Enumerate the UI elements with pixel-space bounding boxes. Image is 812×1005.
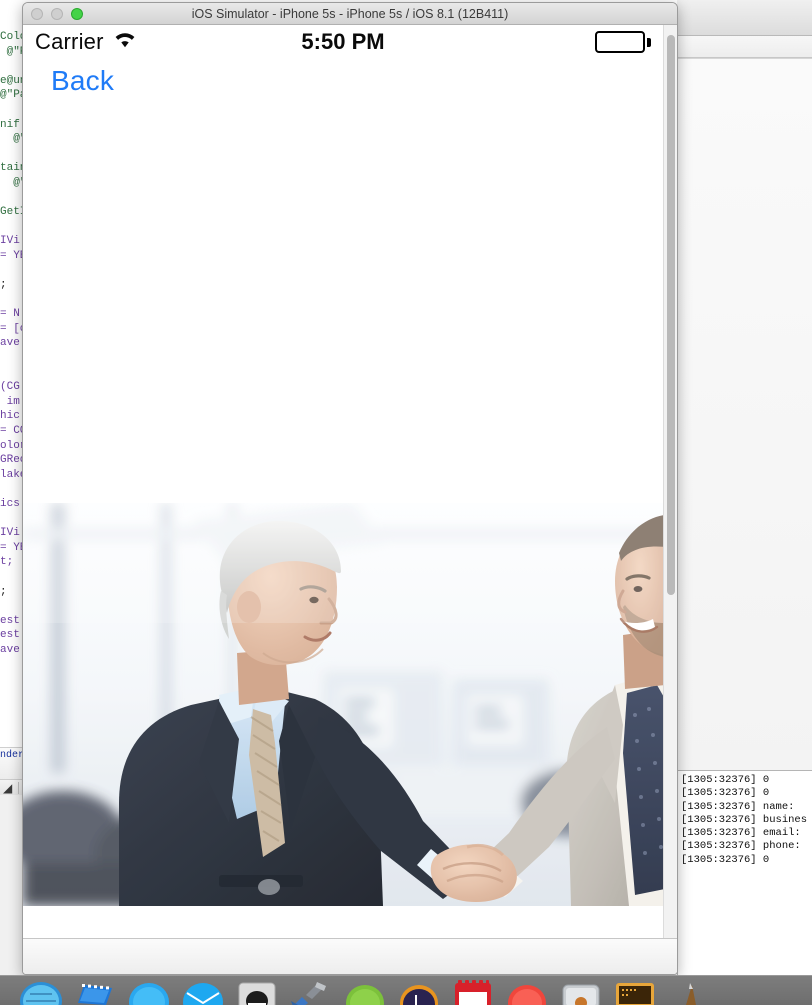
ios-simulator-window[interactable]: iOS Simulator - iPhone 5s - iPhone 5s / …: [22, 2, 678, 975]
pointer-icon[interactable]: ◢: [0, 781, 12, 795]
minimize-button[interactable]: [51, 7, 63, 20]
back-button[interactable]: Back: [51, 65, 114, 97]
dock-item-contacts[interactable]: [234, 979, 280, 1005]
dock-item-system-preferences[interactable]: [558, 979, 604, 1005]
window-controls[interactable]: [23, 7, 83, 20]
console-line: [1305:32376] name:: [681, 800, 795, 813]
console-line: [1305:32376] email:: [681, 827, 801, 840]
handshake-photo: [23, 503, 663, 906]
console-line: [1305:32376] busines: [681, 813, 808, 826]
simulator-scrollbar[interactable]: [663, 25, 677, 938]
simulator-screen[interactable]: Carrier 5:50 PM Back: [23, 25, 663, 938]
ios-status-bar: Carrier 5:50 PM: [23, 25, 663, 59]
dock-item-calendar[interactable]: [450, 979, 496, 1005]
xcode-toolbar: 1: [677, 0, 812, 36]
dock-item-terminal[interactable]: [612, 979, 658, 1005]
ios-nav-bar: Back: [23, 59, 663, 103]
simulator-titlebar[interactable]: iOS Simulator - iPhone 5s - iPhone 5s / …: [23, 3, 677, 25]
dock-item-mail[interactable]: [180, 979, 226, 1005]
close-button[interactable]: [31, 7, 43, 20]
ios-content-view: [23, 103, 663, 938]
dock-item-xcode[interactable]: [288, 979, 334, 1005]
window-title: iOS Simulator - iPhone 5s - iPhone 5s / …: [191, 6, 509, 21]
dock-item-itunes[interactable]: [396, 979, 442, 1005]
console-line: [1305:32376] phone:: [681, 840, 801, 853]
zoom-button[interactable]: [71, 7, 83, 20]
simulator-bottom-bar: [23, 938, 677, 974]
dock-item-sketch[interactable]: [666, 979, 712, 1005]
console-line: [1305:32376] 0: [681, 853, 770, 866]
dock-item-launchpad[interactable]: [72, 979, 118, 1005]
status-bar-time: 5:50 PM: [301, 29, 385, 54]
console-output[interactable]: [1305:32376] 0 [1305:32376] 0 [1305:32376]…: [677, 770, 812, 975]
dock-item-safari[interactable]: [126, 979, 172, 1005]
battery-full-icon: [595, 31, 651, 53]
console-line: [1305:32376] 0: [681, 787, 770, 800]
dock-item-app-store[interactable]: [504, 979, 550, 1005]
scrollbar-thumb[interactable]: [667, 35, 675, 595]
toolbar-divider: [18, 782, 20, 794]
macos-dock[interactable]: [0, 975, 812, 1005]
dock-item-finder[interactable]: [18, 979, 64, 1005]
xcode-subtoolbar: [677, 36, 812, 58]
dock-item-messages[interactable]: [342, 979, 388, 1005]
console-line: [1305:32376] 0: [681, 774, 770, 786]
